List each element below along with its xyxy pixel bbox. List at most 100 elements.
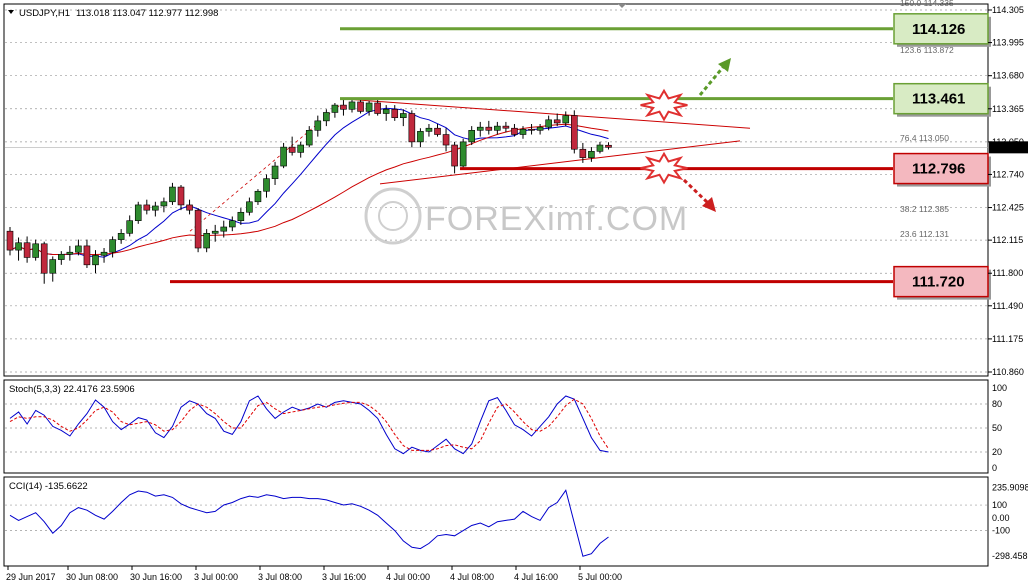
candle-body: [143, 204, 151, 211]
y-tick-label: 111.175: [992, 334, 1023, 344]
fibonacci-label: 150.0 114.335: [900, 0, 954, 8]
stoch-y-tick-label: 0: [992, 463, 997, 473]
candle-body: [485, 126, 493, 131]
candle-body: [459, 141, 467, 167]
candle-body: [246, 201, 253, 213]
candle-body: [169, 186, 176, 203]
candle-body: [194, 209, 202, 249]
candle-body: [434, 127, 441, 135]
breakout-down-burst: [640, 151, 688, 185]
candle-body: [374, 102, 381, 114]
y-tick-label: 113.365: [992, 104, 1024, 114]
stoch-y-tick-label: 80: [992, 399, 1002, 409]
candle-body: [254, 190, 262, 203]
candle-body: [280, 146, 287, 167]
current-price-label: 112.998: [992, 142, 1024, 152]
y-tick-label: 112.740: [992, 169, 1024, 179]
candle-body: [15, 242, 22, 251]
candle-body: [408, 113, 416, 143]
breakout-up-burst: [640, 88, 688, 122]
y-tick-label: 113.680: [992, 71, 1024, 81]
cci-panel: [3, 476, 989, 567]
candle-body: [365, 102, 373, 112]
level-label: 112.796: [912, 161, 965, 178]
candle-body: [229, 220, 236, 228]
cci-y-tick-label: 235.9098: [992, 483, 1028, 493]
candle-body: [40, 243, 48, 274]
candle-body: [323, 112, 330, 122]
explosion-shape: [640, 151, 688, 185]
candle-body: [511, 127, 518, 135]
candle-body: [92, 255, 99, 266]
y-tick-label: 111.800: [992, 268, 1023, 278]
candle-body: [425, 127, 433, 132]
candle-body: [211, 230, 219, 234]
candle-body: [348, 101, 356, 110]
chart-header: USDJPY,H1 113.018 113.047 112.977 112.99…: [8, 8, 218, 19]
candle-body: [126, 220, 133, 234]
candle-body: [382, 109, 390, 114]
ohlc-label: 113.018 113.047 112.977 112.998: [76, 8, 218, 19]
candle-body: [476, 126, 484, 131]
x-tick-label: 5 Jul 00:00: [578, 572, 622, 582]
fibonacci-label: 38.2 112.385: [900, 204, 949, 214]
candle-body: [536, 126, 544, 131]
candle-body: [23, 242, 31, 258]
candle-body: [160, 201, 168, 207]
level-label: 111.720: [912, 274, 965, 291]
x-tick-label: 3 Jul 00:00: [194, 572, 238, 582]
candle-body: [451, 144, 458, 167]
candle-body: [49, 259, 57, 274]
candle-body: [502, 125, 510, 129]
y-tick-label: 113.995: [992, 38, 1024, 48]
candle-body: [340, 104, 347, 110]
candle-body: [220, 226, 228, 232]
x-tick-label: 4 Jul 00:00: [386, 572, 430, 582]
x-tick-label: 29 Jun 2017: [6, 572, 56, 582]
candle-body: [331, 104, 339, 113]
y-tick-label: 111.490: [992, 301, 1023, 311]
candle-body: [494, 125, 501, 131]
candle-body: [32, 243, 39, 258]
y-tick-label: 112.425: [992, 203, 1024, 213]
candle-body: [417, 131, 424, 143]
y-tick-label: 112.115: [992, 235, 1023, 245]
candle-body: [528, 128, 535, 131]
candle-body: [570, 115, 578, 150]
stochastic-label: Stoch(5,3,3) 22.4176 23.5906: [9, 384, 135, 395]
candle-body: [152, 205, 159, 211]
candle-body: [545, 119, 552, 128]
candle-body: [203, 232, 210, 249]
candle-body: [314, 120, 322, 131]
candle-body: [305, 130, 313, 146]
cci-y-tick-label: 100: [992, 500, 1007, 510]
candle-body: [100, 251, 108, 256]
candle-body: [6, 230, 14, 251]
stoch-y-tick-label: 50: [992, 423, 1002, 433]
candle-body: [579, 148, 587, 158]
fibonacci-label: 23.6 112.131: [900, 229, 949, 239]
level-label: 114.126: [912, 21, 965, 38]
candle-body: [134, 204, 142, 221]
watermark-text: FOREXimf.COM: [425, 200, 688, 238]
candle-body: [117, 232, 125, 240]
fibonacci-label: 76.4 113.050: [900, 133, 949, 143]
candle-body: [177, 186, 185, 206]
cci-y-tick-label: 0.00: [992, 513, 1010, 523]
candle-body: [75, 245, 82, 253]
candle-body: [391, 109, 399, 119]
candle-body: [468, 130, 476, 143]
candle-body: [186, 204, 193, 211]
candle-body: [442, 134, 450, 146]
candle-body: [83, 245, 91, 266]
candle-body: [588, 151, 595, 158]
candle-body: [553, 119, 561, 124]
x-tick-label: 3 Jul 16:00: [322, 572, 366, 582]
candle-body: [605, 144, 612, 148]
symbol-label: USDJPY,H1: [19, 8, 70, 19]
candle-body: [237, 211, 245, 221]
candle-body: [297, 144, 305, 153]
cci-y-tick-label: -298.4589: [992, 551, 1028, 561]
forex-chart[interactable]: FOREXimf.COM 150.0 114.335123.6 113.8727…: [0, 0, 1028, 588]
stoch-y-tick-label: 100: [992, 383, 1007, 393]
